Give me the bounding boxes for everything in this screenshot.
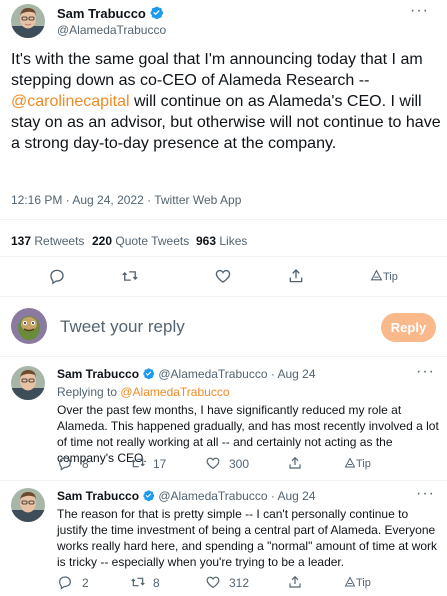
like-count: 312 (229, 576, 250, 590)
likes-stat[interactable]: 963 Likes (196, 234, 247, 248)
reply-input[interactable]: Tweet your reply (60, 317, 185, 337)
tip-icon (344, 576, 356, 588)
reply-icon[interactable] (57, 574, 73, 590)
reply-count: 2 (82, 576, 89, 590)
reply-author-name[interactable]: Sam Trabucco (57, 367, 139, 381)
tweet-text-part: It's with the same goal that I'm announc… (11, 51, 423, 89)
share-icon[interactable] (287, 267, 305, 285)
retweet-icon[interactable] (130, 455, 146, 471)
verified-badge-icon (149, 5, 164, 20)
mention-link[interactable]: @carolinecapital (11, 93, 130, 110)
replying-to-link[interactable]: @AlamedaTrabucco (120, 385, 229, 399)
tip-label: Tip (356, 577, 371, 589)
replying-to-prefix: Replying to (57, 385, 121, 399)
more-options-icon[interactable]: ··· (416, 485, 435, 503)
verified-badge-icon (142, 367, 155, 380)
tip-icon (370, 269, 383, 282)
tip-button[interactable]: Tip (344, 576, 371, 589)
share-icon[interactable] (287, 574, 303, 590)
like-count: 300 (229, 457, 250, 471)
author-display-name[interactable]: Sam Trabucco (57, 6, 146, 21)
tip-icon (344, 457, 356, 469)
retweets-stat[interactable]: 137 Retweets (11, 234, 84, 248)
tip-label: Tip (383, 271, 398, 283)
reply-count: 8 (82, 457, 89, 471)
likes-label: Likes (219, 234, 248, 248)
like-icon[interactable] (205, 455, 221, 471)
more-options-icon[interactable]: ··· (410, 2, 429, 20)
likes-count: 963 (196, 234, 217, 248)
quote-tweets-stat[interactable]: 220 Quote Tweets (92, 234, 189, 248)
author-avatar[interactable] (11, 4, 45, 38)
retweets-label: Retweets (34, 234, 85, 248)
tweet-text: It's with the same goal that I'm announc… (11, 49, 441, 154)
reply-author-name[interactable]: Sam Trabucco (57, 489, 139, 503)
like-icon[interactable] (205, 574, 221, 590)
retweet-icon[interactable] (121, 267, 139, 285)
retweets-count: 137 (11, 234, 32, 248)
share-icon[interactable] (287, 455, 303, 471)
replying-to-line: Replying to @AlamedaTrabucco (57, 385, 230, 399)
author-handle[interactable]: @AlamedaTrabucco (57, 23, 166, 37)
reply-author-avatar[interactable] (11, 488, 45, 522)
reply-button[interactable]: Reply (381, 313, 436, 342)
tip-label: Tip (356, 458, 371, 470)
retweet-count: 17 (153, 457, 167, 471)
quotes-count: 220 (92, 234, 113, 248)
reply-icon[interactable] (57, 455, 73, 471)
tip-button[interactable]: Tip (344, 457, 371, 470)
tweet-timestamp[interactable]: 12:16 PM · Aug 24, 2022 · Twitter Web Ap… (11, 193, 241, 207)
more-options-icon[interactable]: ··· (416, 363, 435, 381)
retweet-icon[interactable] (130, 574, 146, 590)
tip-button[interactable]: Tip (370, 269, 398, 283)
verified-badge-icon (142, 489, 155, 502)
reply-handle-time[interactable]: @AlamedaTrabucco · Aug 24 (158, 367, 315, 381)
quotes-label: Quote Tweets (115, 234, 190, 248)
reply-text: The reason for that is pretty simple -- … (57, 507, 438, 569)
reply-author-avatar[interactable] (11, 366, 45, 400)
reply-handle-time[interactable]: @AlamedaTrabucco · Aug 24 (158, 489, 315, 503)
reply-icon[interactable] (48, 267, 66, 285)
like-icon[interactable] (214, 267, 232, 285)
retweet-count: 8 (153, 576, 160, 590)
reply-button-label: Reply (390, 320, 427, 335)
current-user-avatar[interactable] (11, 308, 47, 344)
